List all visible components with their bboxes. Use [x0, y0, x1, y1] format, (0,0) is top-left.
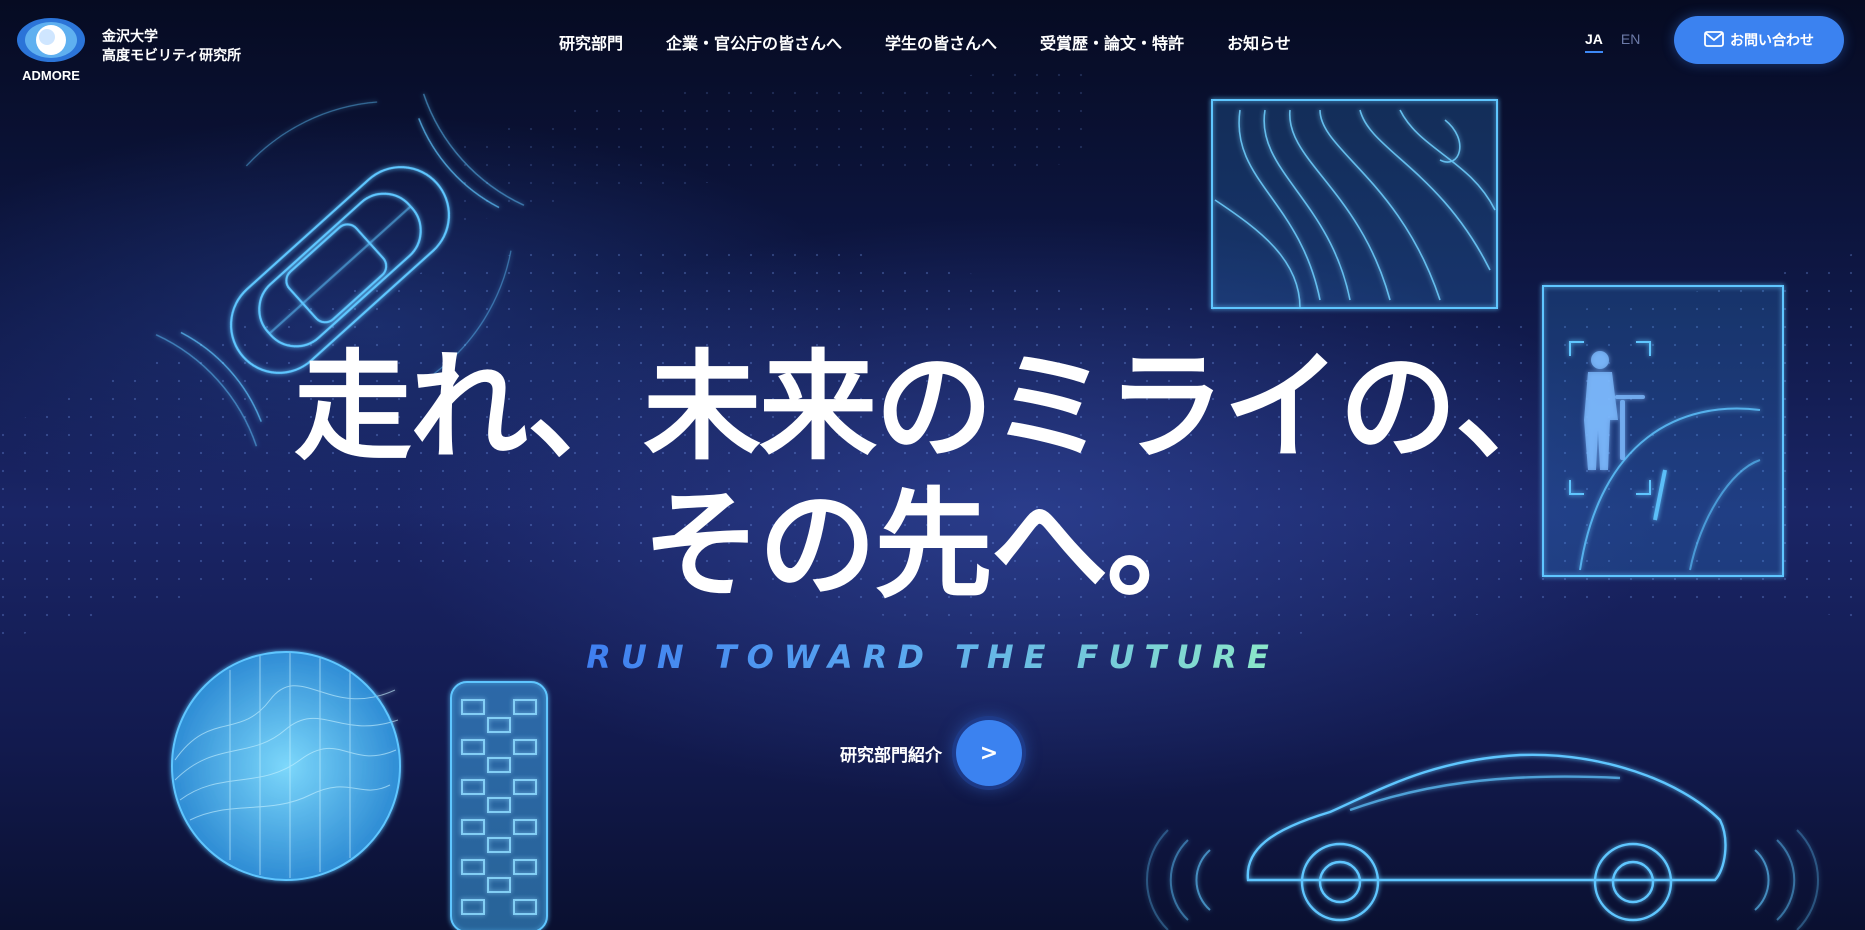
org-name-line2: 高度モビリティ研究所 [102, 47, 242, 63]
lang-en[interactable]: EN [1621, 31, 1640, 53]
car-sideview-illustration [1145, 753, 1820, 930]
arrow-right-icon[interactable]: > [956, 720, 1022, 786]
admore-logo[interactable]: ADMORE [14, 10, 88, 84]
logo-wordmark: ADMORE [22, 68, 80, 83]
nav-item-research[interactable]: 研究部門 [559, 30, 623, 54]
topographic-map-panel [1211, 99, 1498, 309]
language-switcher: JA EN [1585, 31, 1640, 53]
research-intro-link[interactable]: 研究部門紹介 > [840, 720, 1022, 786]
nav-item-companies[interactable]: 企業・官公庁の皆さんへ [666, 30, 842, 54]
contact-button-label: お問い合わせ [1730, 32, 1814, 48]
nav-item-news[interactable]: お知らせ [1227, 30, 1291, 54]
hero-tagline-text: RUN TOWARD THE FUTURE [586, 638, 1279, 676]
lang-ja[interactable]: JA [1585, 31, 1603, 53]
research-intro-label: 研究部門紹介 [840, 745, 942, 765]
hero-headline: 走れ、未来のミライの、 その先へ。 [0, 338, 1865, 614]
org-name-line1: 金沢大学 [102, 28, 158, 44]
cta-arrow-glyph: > [979, 740, 999, 766]
hero-headline-line2: その先へ。 [642, 476, 1224, 614]
hero-tagline: RUN TOWARD THE FUTURE [0, 638, 1865, 676]
org-name: 金沢大学 高度モビリティ研究所 [102, 27, 241, 65]
terrain-globe-illustration [171, 651, 401, 881]
site-header: ADMORE 金沢大学 高度モビリティ研究所 研究部門 企業・官公庁の皆さんへ … [0, 0, 1865, 84]
hero-headline-line1: 走れ、未来のミライの、 [293, 338, 1573, 476]
nav-item-awards[interactable]: 受賞歴・論文・特許 [1040, 30, 1184, 54]
nav-item-students[interactable]: 学生の皆さんへ [885, 30, 997, 54]
contact-button[interactable]: お問い合わせ [1674, 16, 1844, 64]
mail-icon [1704, 30, 1724, 50]
main-nav: 研究部門 企業・官公庁の皆さんへ 学生の皆さんへ 受賞歴・論文・特許 お知らせ [559, 30, 1291, 54]
tire-tread-illustration [450, 681, 548, 930]
hero-section: ADMORE 金沢大学 高度モビリティ研究所 研究部門 企業・官公庁の皆さんへ … [0, 0, 1865, 930]
